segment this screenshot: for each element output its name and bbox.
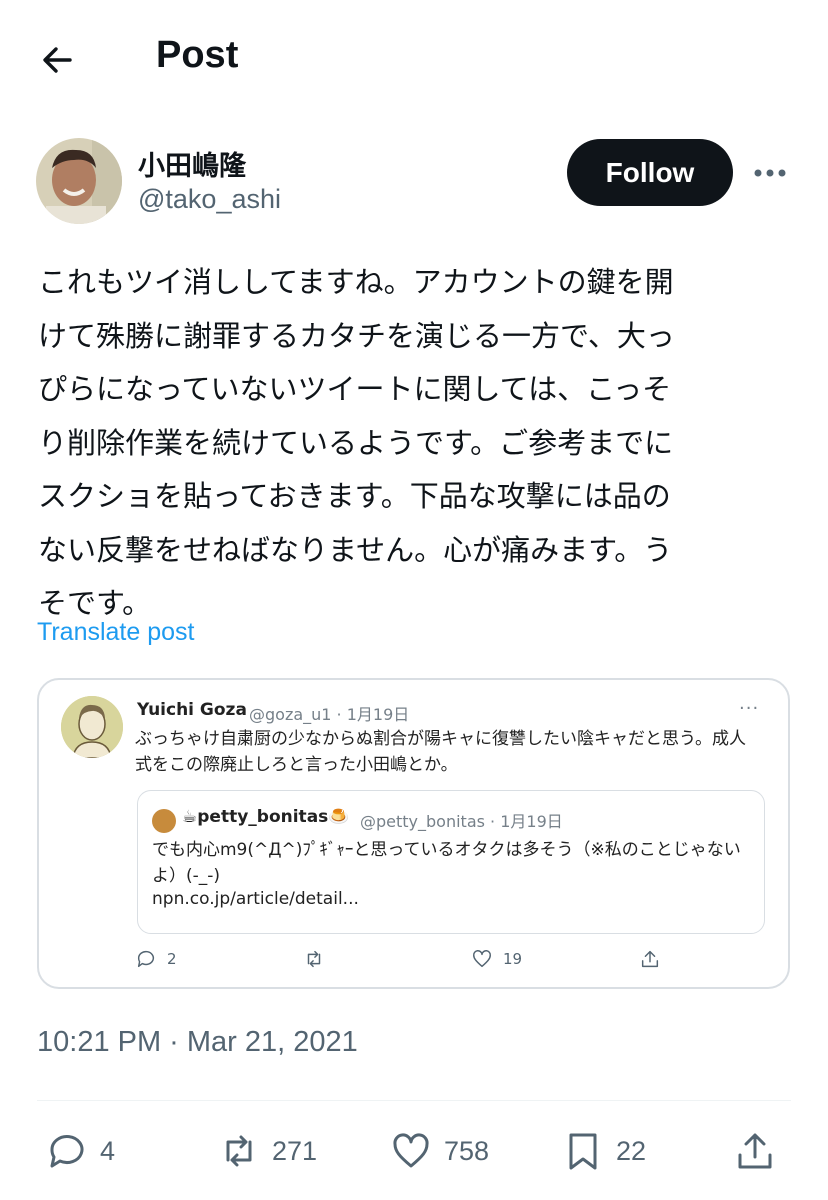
nested-quote: ☕petty_bonitas🍮 @petty_bonitas · 1月19日 で… — [137, 790, 765, 934]
quoted-like-stat: 19 — [471, 948, 522, 970]
quoted-action-bar: 2 19 — [135, 948, 675, 972]
post-line: スクショを貼っておきます。下品な攻撃には品の — [38, 479, 671, 513]
avatar[interactable] — [36, 138, 122, 224]
repost-count: 271 — [272, 1135, 318, 1166]
post-text: これもツイ消ししてますね。アカウントの鍵を開 けて殊勝に謝罪するカタチを演じる一… — [38, 256, 788, 631]
quoted-line: ぶっちゃけ自粛厨の少なからぬ割合が陽キャに復讐したい陰キャだと思う。成人 — [135, 729, 746, 749]
heart-icon — [473, 950, 491, 968]
post-timestamp[interactable]: 10:21 PM · Mar 21, 2021 — [37, 1026, 358, 1059]
nested-author-name: ☕petty_bonitas🍮 — [182, 807, 350, 827]
quoted-repost-stat — [303, 948, 335, 970]
post-line: り削除作業を続けているようです。ご参考までに — [38, 425, 674, 460]
top-bar: Post — [0, 0, 828, 118]
more-options-button[interactable] — [748, 158, 792, 188]
repost-button[interactable]: 271 — [218, 1130, 317, 1172]
quoted-more-icon: ··· — [739, 698, 760, 719]
arrow-left-icon — [43, 47, 72, 73]
reply-button[interactable]: 4 — [46, 1130, 115, 1172]
bookmark-button[interactable]: 22 — [562, 1130, 646, 1172]
repost-icon — [226, 1135, 252, 1167]
reply-count: 4 — [100, 1135, 116, 1166]
share-icon — [738, 1133, 772, 1169]
post-line: ない反撃をせねばなりません。心が痛みます。う — [38, 532, 673, 567]
repost-icon — [307, 950, 321, 968]
like-count: 758 — [444, 1135, 490, 1166]
action-bar: 4 271 758 22 — [0, 1124, 828, 1184]
post-line: けて殊勝に謝罪するカタチを演じる一方で、大っ — [38, 318, 675, 353]
quoted-avatar — [61, 696, 123, 758]
post-line: ぴらになっていないツイートに関しては、こっそ — [38, 372, 672, 406]
quoted-text: ぶっちゃけ自粛厨の少なからぬ割合が陽キャに復讐したい陰キャだと思う。成人 式をこ… — [135, 726, 765, 778]
share-icon — [641, 950, 659, 968]
like-button[interactable]: 758 — [390, 1130, 489, 1172]
reply-icon — [137, 950, 155, 968]
follow-button[interactable]: Follow — [567, 139, 733, 206]
quoted-line: 式をこの際廃止しろと言った小田嶋とか。 — [135, 755, 458, 775]
nested-avatar — [152, 809, 176, 833]
attached-image[interactable]: Yuichi Goza @goza_u1 · 1月19日 ··· ぶっちゃけ自粛… — [37, 678, 790, 989]
quoted-author-handle: @goza_u1 · 1月19日 — [249, 705, 410, 724]
page-title: Post — [156, 34, 239, 76]
more-icon — [754, 169, 786, 177]
bookmark-icon — [569, 1133, 597, 1170]
nested-line: よ）(-_-) — [152, 866, 221, 886]
quoted-author-name: Yuichi Goza — [137, 700, 247, 720]
author-name[interactable]: 小田嶋隆 — [138, 144, 246, 183]
translate-post-link[interactable]: Translate post — [37, 618, 194, 647]
divider — [37, 1100, 791, 1101]
nested-text: でも内心m9(^Д^)ﾌﾟｷﾞｬｰと思っているオタクは多そう（※私のことじゃない… — [152, 837, 752, 889]
author-handle[interactable]: @tako_ashi — [138, 184, 281, 215]
heart-icon — [393, 1133, 429, 1168]
quoted-reply-stat: 2 — [135, 948, 177, 970]
quoted-share-stat — [639, 948, 671, 970]
reply-icon — [50, 1135, 84, 1168]
nested-line: でも内心m9(^Д^)ﾌﾟｷﾞｬｰと思っているオタクは多そう（※私のことじゃない — [152, 840, 741, 860]
back-button[interactable] — [36, 38, 80, 82]
nested-link: npn.co.jp/article/detail... — [152, 889, 359, 909]
post-line: これもツイ消ししてますね。アカウントの鍵を開 — [38, 265, 674, 299]
bookmark-count: 22 — [616, 1135, 647, 1166]
share-button[interactable] — [734, 1130, 788, 1172]
nested-author-handle: @petty_bonitas · 1月19日 — [360, 812, 563, 831]
